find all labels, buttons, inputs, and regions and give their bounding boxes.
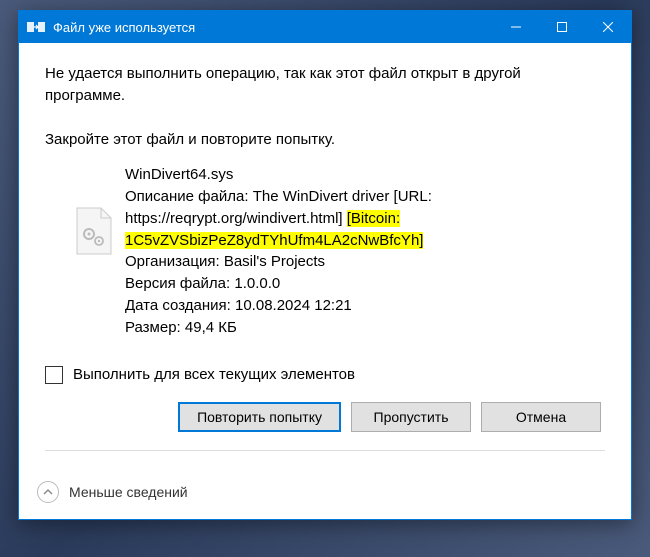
checkbox-icon[interactable] [45,366,63,384]
skip-button[interactable]: Пропустить [351,402,471,432]
file-description-row: Описание файла: The WinDivert driver [UR… [125,186,605,251]
do-for-all-checkbox-row[interactable]: Выполнить для всех текущих элементов [45,364,605,386]
dialog-content: Не удается выполнить операцию, так как э… [19,43,631,469]
file-size-value: 49,4 КБ [185,319,237,336]
minimize-button[interactable] [493,11,539,43]
file-desc-label: Описание файла: [125,188,253,205]
checkbox-label: Выполнить для всех текущих элементов [73,364,355,386]
maximize-button[interactable] [539,11,585,43]
fewer-details-toggle[interactable]: Меньше сведений [19,469,631,519]
file-name: WinDivert64.sys [125,164,605,186]
file-org-value: Basil's Projects [224,253,325,270]
chevron-up-icon [37,481,59,503]
file-details: WinDivert64.sys Описание файла: The WinD… [125,164,605,338]
system-file-icon [75,206,113,256]
close-button[interactable] [585,11,631,43]
instruction-message: Закройте этот файл и повторите попытку. [45,129,605,151]
file-version-value: 1.0.0.0 [234,275,280,292]
file-org-row: Организация: Basil's Projects [125,251,605,273]
button-row: Повторить попытку Пропустить Отмена [45,402,605,432]
file-in-use-dialog: Файл уже используется Не удается выполни… [18,10,632,520]
window-title: Файл уже используется [53,20,493,35]
error-message: Не удается выполнить операцию, так как э… [45,63,605,107]
titlebar[interactable]: Файл уже используется [19,11,631,43]
file-version-row: Версия файла: 1.0.0.0 [125,273,605,295]
retry-button[interactable]: Повторить попытку [178,402,341,432]
file-transfer-icon [27,18,45,36]
file-date-row: Дата создания: 10.08.2024 12:21 [125,295,605,317]
divider [45,450,605,451]
fewer-details-label: Меньше сведений [69,484,188,500]
file-info-block: WinDivert64.sys Описание файла: The WinD… [75,164,605,338]
cancel-button[interactable]: Отмена [481,402,601,432]
file-org-label: Организация: [125,253,224,270]
file-version-label: Версия файла: [125,275,234,292]
file-size-label: Размер: [125,319,185,336]
file-size-row: Размер: 49,4 КБ [125,317,605,339]
file-date-value: 10.08.2024 12:21 [235,297,352,314]
file-date-label: Дата создания: [125,297,235,314]
